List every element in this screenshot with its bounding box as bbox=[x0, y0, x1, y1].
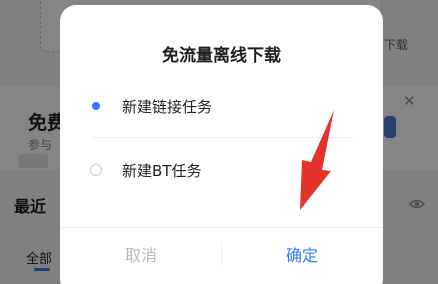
button-separator bbox=[221, 243, 222, 267]
option-label: 新建链接任务 bbox=[122, 98, 213, 116]
option-new-bt-task[interactable]: 新建BT任务 bbox=[60, 151, 383, 191]
dialog-title: 免流量离线下载 bbox=[162, 46, 281, 66]
option-new-link-task[interactable]: 新建链接任务 bbox=[60, 87, 383, 127]
offline-download-dialog: 免流量离线下载 新建链接任务 新建BT任务 取消 确定 bbox=[60, 5, 383, 284]
radio-unchecked-icon[interactable] bbox=[90, 164, 102, 176]
option-label: 新建BT任务 bbox=[122, 162, 202, 180]
footer-divider bbox=[60, 227, 383, 228]
radio-checked-icon[interactable] bbox=[90, 100, 102, 112]
cancel-button[interactable]: 取消 bbox=[66, 241, 216, 271]
confirm-button[interactable]: 确定 bbox=[227, 241, 377, 271]
option-divider bbox=[92, 137, 354, 138]
